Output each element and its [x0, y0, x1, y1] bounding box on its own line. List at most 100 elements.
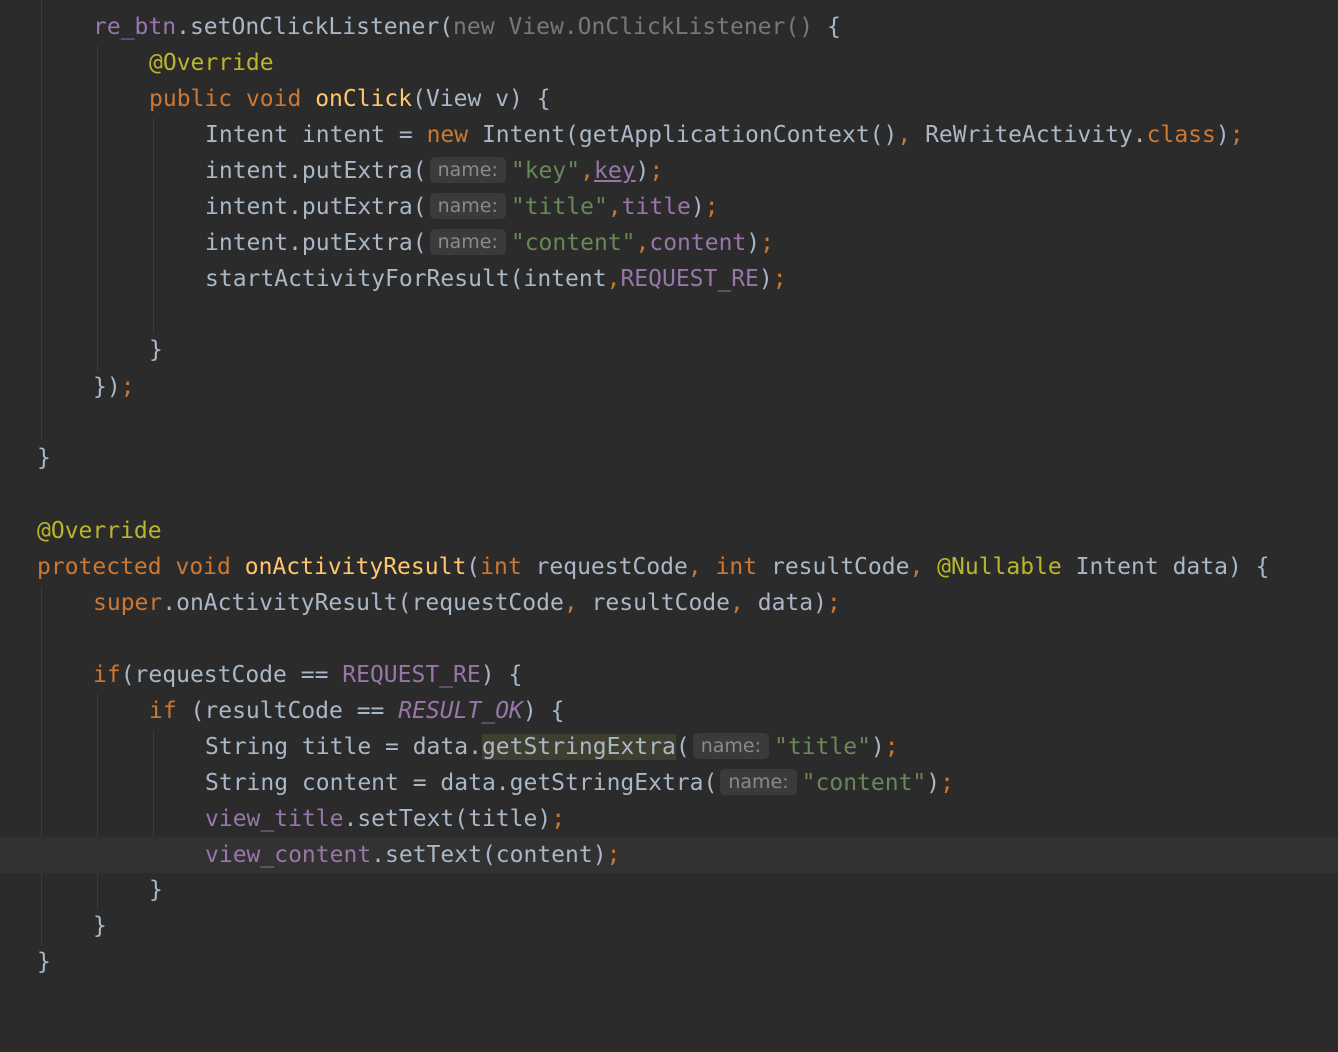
code-line[interactable]: intent.putExtra(name: "title",title); — [0, 189, 1338, 225]
code-token: ) — [870, 734, 885, 760]
code-token: RESULT_OK — [398, 698, 523, 724]
code-token: @Override — [37, 518, 162, 544]
code-line[interactable]: intent.putExtra(name: "key",key); — [0, 153, 1338, 189]
code-token: String title = data. — [205, 734, 482, 760]
code-token: , — [607, 194, 622, 220]
code-token: ) — [690, 194, 705, 220]
code-token: .setText(title) — [343, 806, 552, 832]
code-token: key — [593, 158, 636, 184]
code-token: view_title — [205, 806, 344, 832]
code-line[interactable]: } — [0, 944, 1338, 980]
code-token: ( — [675, 734, 690, 760]
code-token: intent.putExtra( — [205, 230, 427, 256]
code-token: String content = data.getStringExtra( — [205, 770, 718, 796]
code-token: ; — [120, 374, 135, 400]
code-token: content — [649, 230, 747, 256]
code-token: ; — [760, 230, 774, 256]
code-line[interactable]: }); — [0, 369, 1338, 405]
code-token: "content" — [801, 770, 927, 796]
code-line[interactable]: public void onClick(View v) { — [0, 81, 1338, 117]
code-token: } — [37, 949, 51, 975]
code-token: new — [426, 122, 482, 148]
code-line[interactable]: } — [0, 872, 1338, 908]
code-token: title — [621, 194, 691, 220]
current-code-line[interactable]: view_content.setText(content); — [0, 837, 1338, 873]
code-line[interactable]: if (resultCode == RESULT_OK) { — [0, 693, 1338, 729]
code-token: (resultCode == — [190, 698, 399, 724]
code-token: Intent(getApplicationContext() — [481, 122, 898, 148]
code-token: ; — [772, 266, 787, 292]
code-line[interactable]: @Override — [0, 45, 1338, 81]
code-token: ReWriteActivity. — [925, 122, 1147, 148]
code-token: ( — [466, 554, 481, 580]
code-line[interactable]: startActivityForResult(intent,REQUEST_RE… — [0, 261, 1338, 297]
code-token: View.OnClickListener() — [508, 14, 827, 40]
code-token: intent.putExtra( — [205, 158, 427, 184]
code-token: ) — [1215, 122, 1230, 148]
code-token: ; — [704, 194, 719, 220]
code-token: "title" — [773, 734, 871, 760]
code-line[interactable]: view_title.setText(title); — [0, 801, 1338, 837]
code-token: ; — [1229, 122, 1244, 148]
code-token: REQUEST_RE — [342, 662, 481, 688]
code-token: , — [563, 590, 592, 616]
code-line[interactable]: intent.putExtra(name: "content",content); — [0, 225, 1338, 261]
code-token: ; — [606, 842, 621, 868]
code-token: (requestCode == — [120, 662, 343, 688]
code-token: resultCode — [770, 554, 910, 580]
code-token: ; — [826, 590, 841, 616]
code-token: ; — [940, 770, 954, 796]
code-token: } — [149, 337, 163, 363]
code-line[interactable]: if(requestCode == REQUEST_RE) { — [0, 657, 1338, 693]
code-line[interactable]: @Override — [0, 513, 1338, 549]
code-token: @Nullable — [937, 554, 1076, 580]
code-token: protected — [37, 554, 176, 580]
code-token: ; — [551, 806, 566, 832]
code-editor[interactable]: re_btn.setOnClickListener(new View.OnCli… — [0, 0, 1338, 988]
code-line[interactable]: protected void onActivityResult(int requ… — [0, 549, 1338, 585]
code-token: "key" — [510, 158, 581, 184]
code-token: .onActivityResult(requestCode — [162, 590, 564, 616]
code-token: ) { — [522, 698, 565, 724]
code-token: Intent data) { — [1075, 554, 1270, 580]
code-token: Intent intent = — [205, 122, 427, 148]
code-token: startActivityForResult(intent — [205, 266, 607, 292]
code-token: void — [245, 86, 316, 112]
code-token: , — [730, 590, 758, 616]
code-line[interactable]: String title = data.getStringExtra(name:… — [0, 729, 1338, 765]
code-token: }) — [93, 374, 121, 400]
code-line[interactable]: String content = data.getStringExtra(nam… — [0, 765, 1338, 801]
code-token: resultCode — [591, 590, 731, 616]
code-token: new — [453, 14, 509, 40]
code-token: ) { — [480, 662, 523, 688]
code-line[interactable]: Intent intent = new Intent(getApplicatio… — [0, 117, 1338, 153]
code-token: view_content — [205, 842, 372, 868]
code-token: "title" — [510, 194, 608, 220]
code-token: ) — [746, 230, 761, 256]
code-token: void — [175, 554, 245, 580]
parameter-hint: name: — [429, 193, 506, 219]
code-line[interactable]: } — [0, 332, 1338, 368]
code-token: intent.putExtra( — [205, 194, 427, 220]
code-line[interactable]: super.onActivityResult(requestCode, resu… — [0, 585, 1338, 621]
code-token: , — [897, 122, 926, 148]
parameter-hint: name: — [692, 733, 769, 759]
code-line[interactable]: re_btn.setOnClickListener(new View.OnCli… — [0, 9, 1338, 45]
code-token: onClick — [315, 86, 413, 112]
code-line[interactable]: } — [0, 908, 1338, 944]
code-token: ; — [649, 158, 664, 184]
parameter-hint: name: — [429, 229, 506, 255]
code-token: , — [606, 266, 621, 292]
code-token: } — [149, 877, 163, 903]
code-token: re_btn — [93, 14, 177, 40]
code-token: int — [480, 554, 536, 580]
code-token: ) — [635, 158, 650, 184]
code-token: @Override — [149, 50, 274, 76]
code-line[interactable]: } — [0, 440, 1338, 476]
code-token: ) — [758, 266, 773, 292]
code-token: ) — [926, 770, 941, 796]
code-token: public — [149, 86, 246, 112]
code-token: REQUEST_RE — [620, 266, 759, 292]
code-token: if — [93, 662, 121, 688]
code-token: data) — [757, 590, 827, 616]
